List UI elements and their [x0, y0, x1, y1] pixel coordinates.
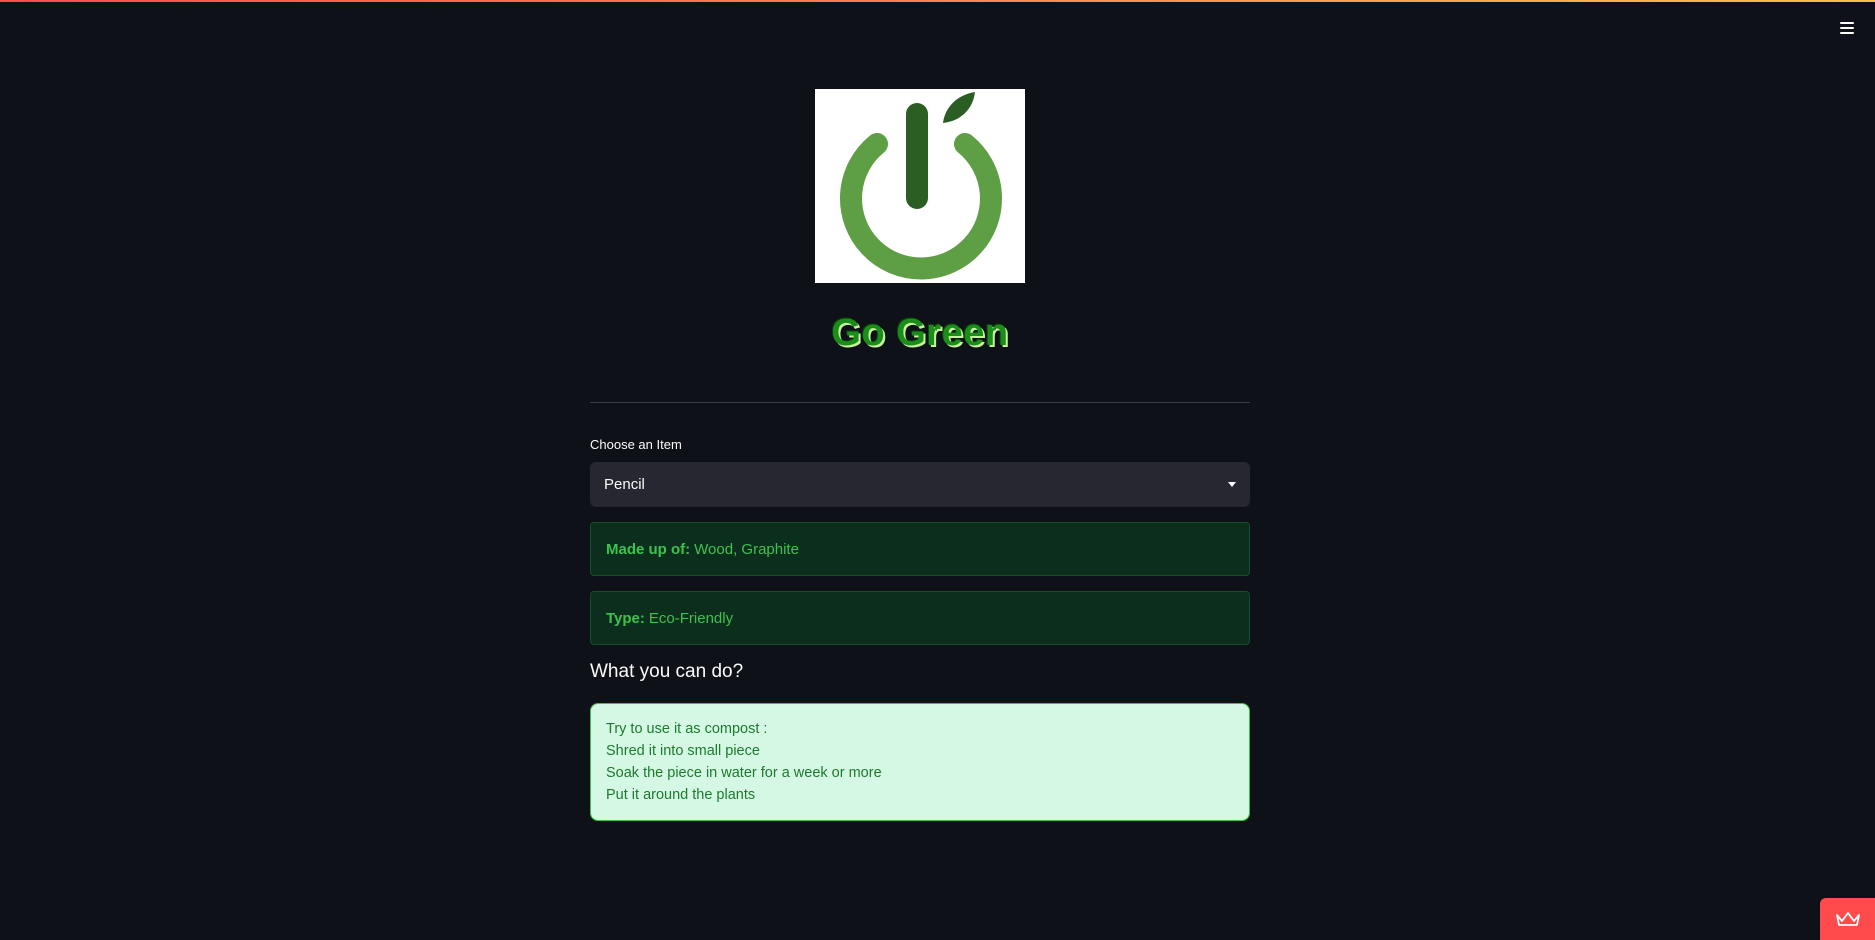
power-leaf-logo-icon	[840, 92, 1002, 280]
actions-box: Try to use it as compost : Shred it into…	[590, 703, 1250, 821]
top-decoration-bar	[0, 0, 1875, 2]
crown-icon	[1835, 912, 1860, 926]
made-up-of-box: Made up of: Wood, Graphite	[590, 522, 1250, 576]
page-title: Go Green	[831, 312, 1009, 354]
action-line: Put it around the plants	[606, 787, 756, 803]
item-select-dropdown[interactable]: Pencil	[590, 462, 1250, 507]
divider	[590, 402, 1250, 403]
action-line: Soak the piece in water for a week or mo…	[606, 765, 882, 781]
made-up-of-value: Wood, Graphite	[694, 540, 799, 558]
made-up-of-label: Made up of:	[606, 540, 691, 558]
chevron-down-icon	[1228, 482, 1236, 487]
actions-heading: What you can do?	[590, 661, 744, 682]
main-menu-button[interactable]	[1833, 16, 1861, 40]
streamlit-badge-button[interactable]	[1820, 898, 1875, 940]
action-line: Shred it into small piece	[606, 743, 760, 759]
hamburger-menu-icon	[1840, 22, 1854, 24]
type-value: Eco-Friendly	[648, 609, 734, 627]
type-box: Type: Eco-Friendly	[590, 591, 1250, 645]
logo-image	[815, 89, 1025, 283]
action-line: Try to use it as compost :	[606, 721, 768, 737]
item-select-label: Choose an Item	[590, 437, 682, 452]
item-select-value: Pencil	[604, 476, 645, 493]
type-label: Type:	[606, 609, 645, 627]
